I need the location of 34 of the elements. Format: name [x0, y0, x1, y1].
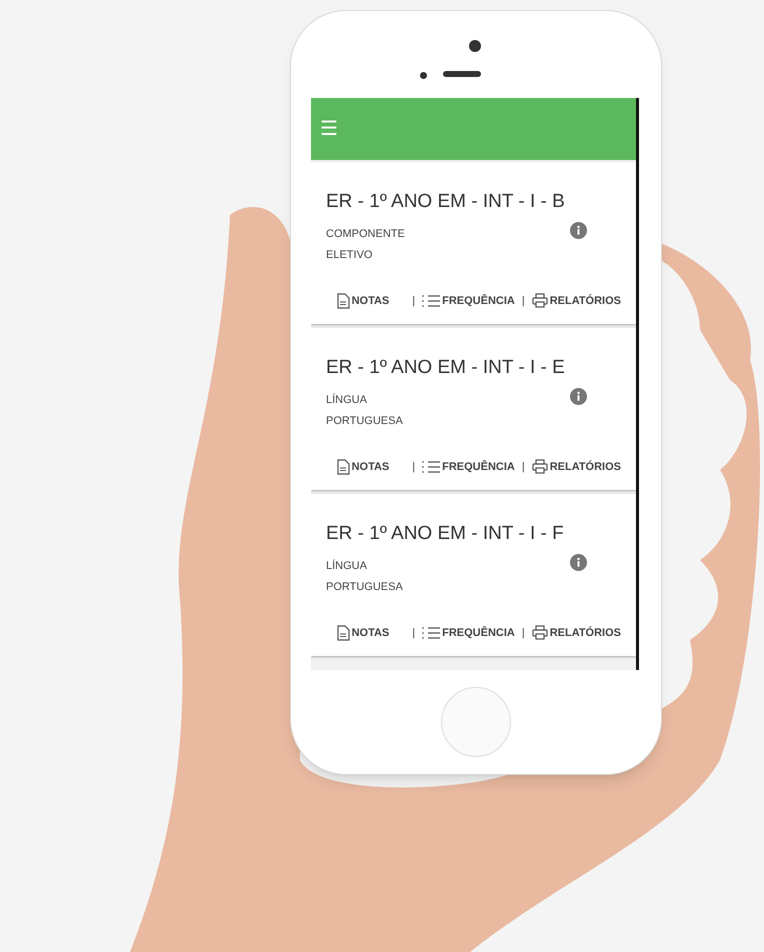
- reports-link[interactable]: RELATÓRIOS: [532, 458, 621, 475]
- document-icon: [336, 624, 350, 641]
- attendance-link[interactable]: FREQUÊNCIA: [422, 292, 515, 309]
- separator: |: [412, 626, 416, 640]
- document-icon: [336, 458, 350, 475]
- separator: |: [412, 460, 416, 474]
- separator: |: [522, 626, 525, 640]
- reports-link[interactable]: RELATÓRIOS: [532, 624, 621, 641]
- attendance-link[interactable]: FREQUÊNCIA: [422, 624, 515, 641]
- document-icon: [336, 292, 350, 309]
- info-icon[interactable]: [570, 388, 587, 405]
- subject-label: COMPONENTE ELETIVO: [326, 226, 406, 263]
- printer-icon: [532, 293, 548, 308]
- notes-link[interactable]: NOTAS: [336, 624, 390, 641]
- separator: |: [522, 460, 525, 474]
- subject-label: LÍNGUA PORTUGUESA: [326, 558, 404, 595]
- info-icon[interactable]: [570, 554, 587, 571]
- attendance-link[interactable]: FREQUÊNCIA: [422, 458, 515, 475]
- class-title: ER - 1º ANO EM - INT - I - E: [326, 356, 566, 380]
- separator: |: [412, 294, 416, 308]
- notes-link[interactable]: NOTAS: [336, 458, 390, 475]
- reports-link[interactable]: RELATÓRIOS: [532, 292, 621, 309]
- subject-label: LÍNGUA PORTUGUESA: [326, 392, 404, 429]
- class-title: ER - 1º ANO EM - INT - I - F: [326, 522, 565, 546]
- list-icon: [422, 460, 440, 474]
- notes-link[interactable]: NOTAS: [336, 292, 390, 309]
- list-icon: [422, 626, 440, 640]
- separator: |: [522, 294, 525, 308]
- printer-icon: [532, 625, 548, 640]
- info-icon[interactable]: [570, 222, 587, 239]
- speaker-grille: [443, 71, 481, 77]
- class-title: ER - 1º ANO EM - INT - I - B: [326, 190, 566, 214]
- list-icon: [422, 294, 440, 308]
- printer-icon: [532, 459, 548, 474]
